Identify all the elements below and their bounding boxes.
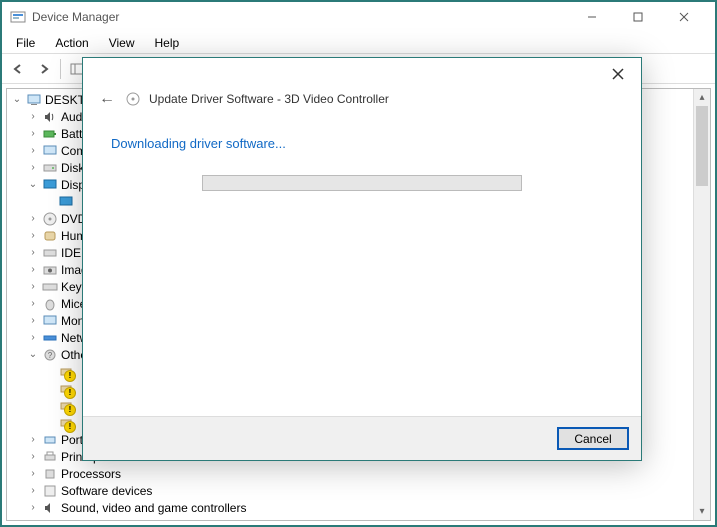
display-icon: [42, 177, 58, 193]
minimize-button[interactable]: [569, 2, 615, 32]
toolbar-separator: [60, 59, 61, 79]
sound-icon: [42, 500, 58, 516]
chevron-right-icon[interactable]: ›: [27, 213, 39, 224]
expand-collapse-icon[interactable]: ⌄: [11, 94, 23, 105]
keyboard-icon: [42, 279, 58, 295]
window-title: Device Manager: [32, 10, 569, 24]
chevron-right-icon[interactable]: ›: [27, 111, 39, 122]
chevron-right-icon[interactable]: ›: [27, 145, 39, 156]
computer-icon: [26, 92, 42, 108]
progress-bar: [202, 175, 522, 191]
cancel-button[interactable]: Cancel: [557, 427, 629, 450]
unknown-device-icon: [58, 398, 74, 414]
cpu-icon: [42, 466, 58, 482]
maximize-button[interactable]: [615, 2, 661, 32]
update-driver-dialog: ← Update Driver Software - 3D Video Cont…: [82, 57, 642, 461]
mouse-icon: [42, 296, 58, 312]
port-icon: [42, 432, 58, 448]
network-icon: [42, 330, 58, 346]
expand-collapse-icon[interactable]: ⌄: [27, 179, 39, 190]
monitor-icon: [42, 313, 58, 329]
dialog-footer: Cancel: [83, 416, 641, 460]
camera-icon: [42, 262, 58, 278]
display-adapter-icon: [58, 194, 74, 210]
chevron-right-icon[interactable]: ›: [27, 468, 39, 479]
chevron-right-icon[interactable]: ›: [27, 315, 39, 326]
tree-label: Software devices: [61, 484, 152, 498]
dialog-body: Downloading driver software...: [83, 116, 641, 416]
menu-view[interactable]: View: [99, 34, 145, 52]
menu-file[interactable]: File: [6, 34, 45, 52]
ide-icon: [42, 245, 58, 261]
titlebar: Device Manager: [2, 2, 715, 32]
chevron-right-icon[interactable]: ›: [27, 230, 39, 241]
pc-icon: [42, 143, 58, 159]
scroll-thumb[interactable]: [696, 106, 708, 186]
disk-icon: [42, 160, 58, 176]
software-icon: [42, 483, 58, 499]
battery-icon: [42, 126, 58, 142]
tree-label: Sound, video and game controllers: [61, 501, 246, 515]
unknown-device-icon: [58, 381, 74, 397]
chevron-right-icon[interactable]: ›: [27, 247, 39, 258]
scroll-track[interactable]: [694, 106, 710, 503]
speaker-icon: [42, 109, 58, 125]
chevron-right-icon[interactable]: ›: [27, 128, 39, 139]
dialog-close-button[interactable]: [603, 59, 633, 89]
vertical-scrollbar[interactable]: ▴ ▾: [693, 89, 710, 520]
chevron-right-icon[interactable]: ›: [27, 485, 39, 496]
dialog-titlebar: ← Update Driver Software - 3D Video Cont…: [83, 90, 641, 116]
cancel-button-label: Cancel: [574, 432, 611, 446]
chevron-right-icon[interactable]: ›: [27, 264, 39, 275]
close-button[interactable]: [661, 2, 707, 32]
hid-icon: [42, 228, 58, 244]
scroll-down-arrow-icon[interactable]: ▾: [694, 503, 710, 520]
tree-node-sound[interactable]: › Sound, video and game controllers: [9, 499, 708, 516]
tree-node-processors[interactable]: › Processors: [9, 465, 708, 482]
svg-text:?: ?: [48, 351, 53, 360]
chevron-right-icon[interactable]: ›: [27, 451, 39, 462]
dialog-title: Update Driver Software - 3D Video Contro…: [149, 92, 389, 106]
back-arrow-icon[interactable]: ←: [97, 90, 117, 108]
back-button[interactable]: [6, 57, 30, 81]
chevron-right-icon[interactable]: ›: [27, 281, 39, 292]
printer-icon: [42, 449, 58, 465]
menubar: File Action View Help: [2, 32, 715, 54]
unknown-device-icon: [58, 364, 74, 380]
driver-disc-icon: [125, 91, 141, 107]
disc-icon: [42, 211, 58, 227]
chevron-right-icon[interactable]: ›: [27, 298, 39, 309]
other-devices-icon: ?: [42, 347, 58, 363]
window-controls: [569, 2, 707, 32]
chevron-right-icon[interactable]: ›: [27, 434, 39, 445]
progress-wrap: [111, 175, 613, 191]
chevron-right-icon[interactable]: ›: [27, 162, 39, 173]
tree-label: Processors: [61, 467, 121, 481]
expand-collapse-icon[interactable]: ⌄: [27, 349, 39, 360]
chevron-right-icon[interactable]: ›: [27, 502, 39, 513]
chevron-right-icon[interactable]: ›: [27, 332, 39, 343]
tree-node-software[interactable]: › Software devices: [9, 482, 708, 499]
status-text: Downloading driver software...: [111, 136, 613, 151]
menu-action[interactable]: Action: [45, 34, 98, 52]
app-icon: [10, 9, 26, 25]
scroll-up-arrow-icon[interactable]: ▴: [694, 89, 710, 106]
forward-button[interactable]: [32, 57, 56, 81]
dialog-header: [83, 58, 641, 90]
menu-help[interactable]: Help: [145, 34, 190, 52]
unknown-device-icon: [58, 415, 74, 431]
